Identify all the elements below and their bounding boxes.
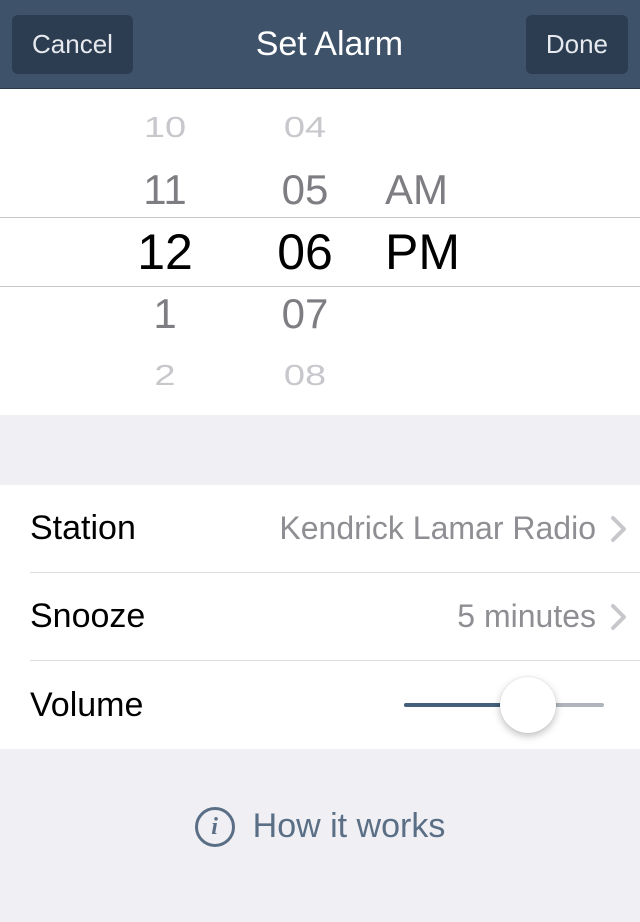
station-value: Kendrick Lamar Radio [279,510,596,547]
period-option: AM [385,159,448,221]
snooze-value: 5 minutes [457,598,596,635]
minute-picker-column[interactable]: 04 05 06 07 08 [235,89,375,415]
period-selected: PM [385,221,460,283]
station-label: Station [30,509,136,548]
volume-slider[interactable] [404,675,604,735]
hour-option: 2 [154,353,175,400]
minute-option: 08 [284,353,326,400]
period-option [385,353,396,400]
done-button[interactable]: Done [526,15,628,74]
spacer [0,415,640,485]
header-bar: Cancel Set Alarm Done [0,0,640,89]
how-it-works-row[interactable]: i How it works [0,749,640,904]
hour-option: 10 [144,105,186,152]
page-title: Set Alarm [256,25,403,64]
minute-option: 05 [282,159,329,221]
minute-option: 04 [284,105,326,152]
snooze-label: Snooze [30,597,145,636]
hour-option: 1 [153,283,176,345]
slider-thumb[interactable] [500,677,556,733]
hour-picker-column[interactable]: 10 11 12 1 2 [95,89,235,415]
how-it-works-label: How it works [253,807,446,846]
hour-option: 11 [143,159,187,221]
chevron-right-icon [610,515,628,543]
minute-selected: 06 [277,221,333,283]
minute-option: 07 [282,283,329,345]
volume-row: Volume [30,661,640,749]
period-option [385,283,397,345]
time-picker[interactable]: 10 11 12 1 2 04 05 06 07 08 AM PM [0,89,640,415]
alarm-settings-list: Station Kendrick Lamar Radio Snooze 5 mi… [0,485,640,749]
period-picker-column[interactable]: AM PM [375,89,495,415]
chevron-right-icon [610,603,628,631]
station-row[interactable]: Station Kendrick Lamar Radio [30,485,640,573]
snooze-row[interactable]: Snooze 5 minutes [30,573,640,661]
period-option [385,105,396,152]
volume-label: Volume [30,686,143,725]
info-icon: i [195,807,235,847]
hour-selected: 12 [137,221,193,283]
cancel-button[interactable]: Cancel [12,15,133,74]
